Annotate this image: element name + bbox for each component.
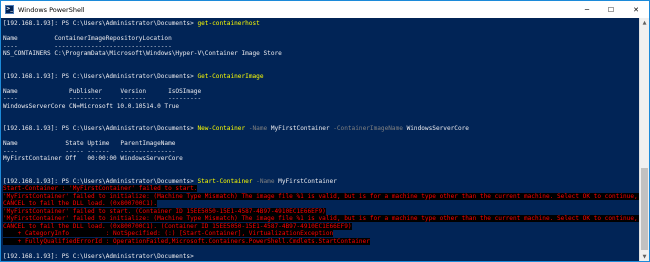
console-line: NS_CONTAINERS C:\ProgramData\Microsoft\W… — [3, 50, 639, 58]
output-text: WindowsServerCore CN=Microsoft 10.0.1051… — [3, 102, 180, 110]
scroll-thumb[interactable] — [641, 168, 648, 250]
error-text: Start-Container : 'MyFirstContainer' fai… — [3, 185, 198, 192]
argument-text: MyFirstContainer — [270, 125, 334, 132]
console-line: MyFirstContainer Off 00:00:00 WindowsSer… — [3, 155, 639, 163]
console-line: 'MyFirstContainer' failed to initialize:… — [3, 215, 639, 223]
parameter-text: -Name — [248, 125, 271, 132]
prompt-text: [192.168.1.93]: PS C:\Users\Administrato… — [3, 125, 198, 132]
console-line: + CategoryInfo : NotSpecified: (:) [Star… — [3, 230, 639, 238]
console-line: [192.168.1.93]: PS C:\Users\Administrato… — [3, 125, 639, 133]
console-line: 'MyFirstContainer' failed to initialize:… — [3, 192, 639, 201]
console-line: CANCEL to fail the DLL load. (0x800700C1… — [3, 200, 639, 208]
output-text: ---- --------- ------- --------- — [3, 95, 202, 102]
parameter-text: -Name — [256, 177, 279, 185]
window-title: Windows PowerShell — [18, 5, 85, 14]
error-text: 'MyFirstContainer' failed to initialize:… — [3, 192, 639, 200]
error-text: 'MyFirstContainer' failed to start. (Con… — [3, 207, 326, 215]
powershell-icon[interactable]: >_ — [5, 5, 14, 14]
scroll-down-arrow-icon[interactable]: ▼ — [640, 252, 649, 261]
console-line: [192.168.1.93]: PS C:\Users\Administrato… — [3, 73, 639, 81]
console-line: ---- -------------------------------- — [3, 43, 639, 51]
console-output[interactable]: [192.168.1.93]: PS C:\Users\Administrato… — [1, 18, 639, 261]
console-line: CANCEL to fail the DLL load. (0x800700C1… — [3, 222, 639, 231]
vertical-scrollbar[interactable]: ▲ ▼ — [639, 18, 649, 261]
prompt-text: [192.168.1.93]: PS C:\Users\Administrato… — [3, 177, 198, 185]
parameter-text: -ContainerImageName — [333, 125, 407, 132]
output-text: ---- ----- ------ --------------- — [3, 147, 176, 155]
error-text: + FullyQualifiedErrorId : OperationFaile… — [3, 237, 370, 245]
error-text: + CategoryInfo : NotSpecified: (:) [Star… — [3, 230, 334, 237]
console-line: Start-Container : 'MyFirstContainer' fai… — [3, 185, 639, 193]
console-line: Name Publisher Version IsOSImage — [3, 88, 639, 96]
error-text: CANCEL to fail the DLL load. (0x800700C1… — [3, 200, 158, 207]
command-text: New-Container — [197, 125, 249, 132]
console-line: [192.168.1.93]: PS C:\Users\Administrato… — [3, 178, 639, 186]
powershell-window: >_ Windows PowerShell ─ ☐ ✕ [192.168.1.9… — [0, 0, 650, 262]
output-text: ---- -------------------------------- — [3, 42, 172, 50]
console-line: WindowsServerCore CN=Microsoft 10.0.1051… — [3, 103, 639, 111]
console-line: ---- --------- ------- --------- — [3, 95, 639, 103]
argument-text: MyFirstContainer — [278, 177, 337, 185]
prompt-text: [192.168.1.93]: PS C:\Users\Administrato… — [3, 72, 198, 80]
output-text: Name State Uptime ParentImageName — [3, 140, 176, 147]
prompt-text: [192.168.1.93]: PS C:\Users\Administrato… — [3, 20, 198, 27]
output-text: MyFirstContainer Off 00:00:00 WindowsSer… — [3, 155, 183, 162]
console-line: 'MyFirstContainer' failed to start. (Con… — [3, 207, 639, 216]
output-text: NS_CONTAINERS C:\ProgramData\Microsoft\W… — [3, 50, 282, 57]
console-line: + FullyQualifiedErrorId : OperationFaile… — [3, 237, 639, 246]
command-text: Start-Container — [197, 177, 257, 185]
output-text: Name Publisher Version IsOSImage — [3, 87, 202, 95]
error-text: 'MyFirstContainer' failed to initialize:… — [3, 215, 639, 222]
scroll-up-arrow-icon[interactable]: ▲ — [640, 18, 649, 27]
console-line: Name ContainerImageRepositoryLocation — [3, 35, 639, 43]
prompt-text: [192.168.1.93]: PS C:\Users\Administrato… — [3, 252, 198, 260]
output-text: Name ContainerImageRepositoryLocation — [3, 35, 172, 42]
command-text: Get-ContainerImage — [197, 72, 264, 80]
close-button[interactable]: ✕ — [623, 1, 649, 18]
minimize-button[interactable]: ─ — [575, 1, 599, 18]
error-text: CANCEL to fail the DLL load. (0x800700C1… — [3, 222, 352, 230]
maximize-button[interactable]: ☐ — [599, 1, 623, 18]
console-line: [192.168.1.93]: PS C:\Users\Administrato… — [3, 253, 639, 261]
argument-text: WindowsServerCore — [406, 125, 469, 132]
title-bar[interactable]: >_ Windows PowerShell ─ ☐ ✕ — [1, 1, 649, 18]
command-text: get-containerhost — [197, 20, 260, 27]
console-line: ---- ----- ------ --------------- — [3, 148, 639, 156]
console-line: Name State Uptime ParentImageName — [3, 140, 639, 148]
console-line: [192.168.1.93]: PS C:\Users\Administrato… — [3, 20, 639, 28]
